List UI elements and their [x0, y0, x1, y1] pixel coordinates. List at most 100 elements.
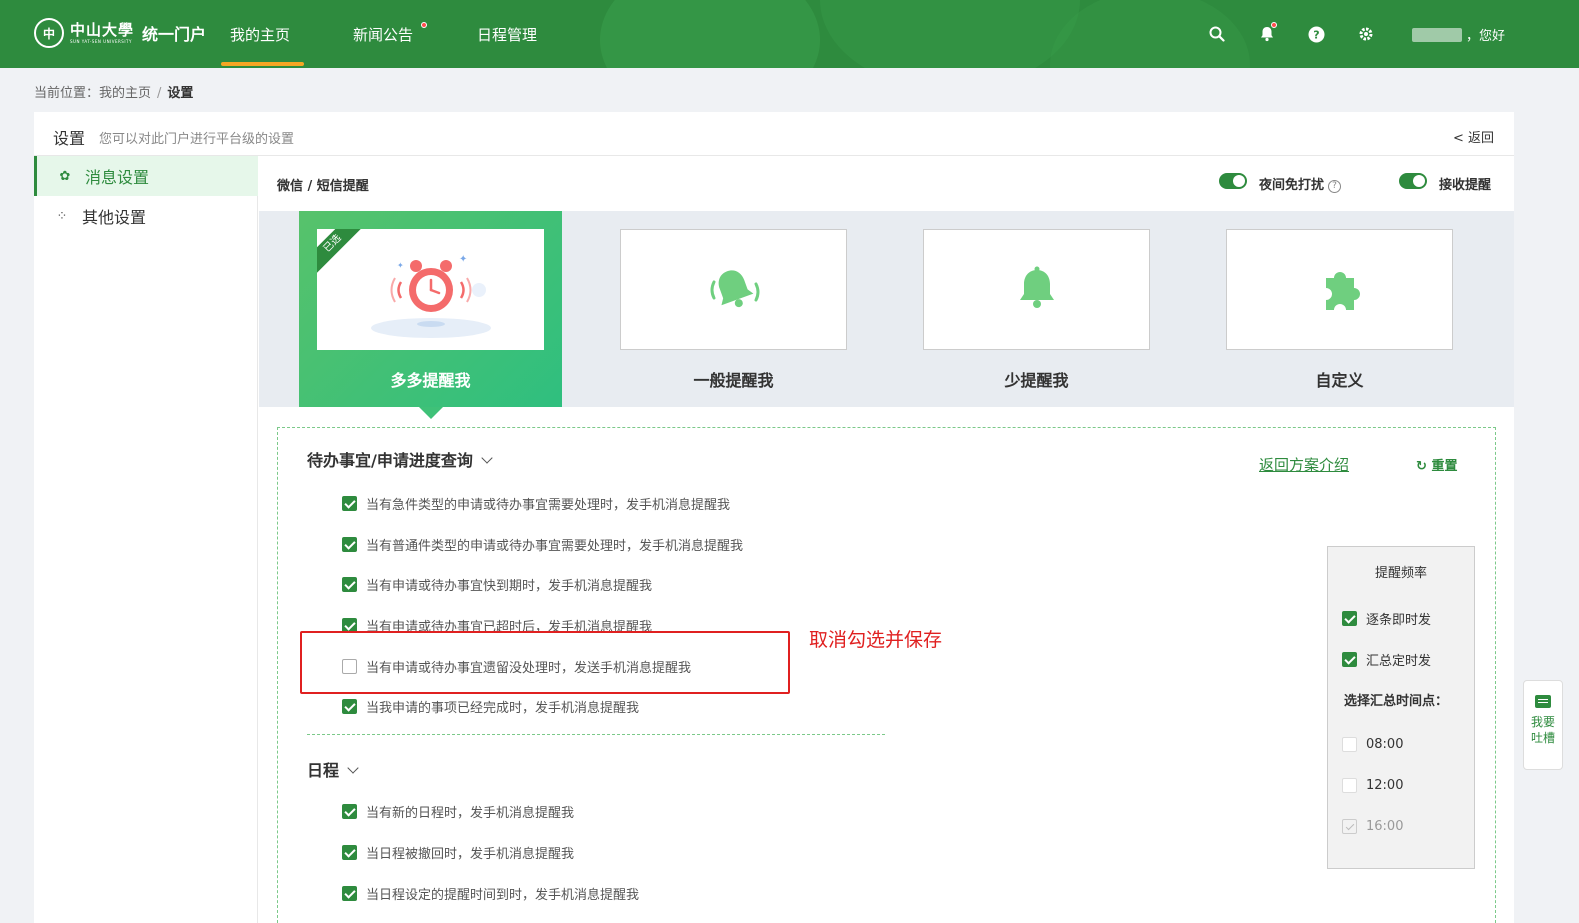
checkbox-checked[interactable]	[342, 804, 357, 819]
panel-header: 设置 您可以对此门户进行平台级的设置 < 返回	[34, 112, 1514, 156]
frequency-title: 提醒频率	[1374, 566, 1427, 581]
plan-label: 少提醒我	[1004, 371, 1069, 390]
checkbox-checked[interactable]	[342, 537, 357, 552]
receive-reminder-toggle[interactable]	[1399, 173, 1427, 189]
plan-few-reminders[interactable]: 少提醒我	[905, 211, 1168, 407]
feedback-button[interactable]: 我要 吐槽	[1523, 680, 1563, 770]
digest-time-label: 选择汇总时间点：	[1344, 694, 1449, 709]
page-subtitle: 您可以对此门户进行平台级的设置	[99, 132, 295, 147]
logo-english: SUN YAT-SEN UNIVERSITY	[70, 38, 132, 44]
section-schedule-title[interactable]: 日程	[307, 757, 359, 781]
todo-option-urgent[interactable]: 当有急件类型的申请或待办事宜需要处理时，发手机消息提醒我	[342, 494, 730, 513]
svg-text:?: ?	[1313, 28, 1319, 41]
plan-label: 自定义	[1315, 371, 1364, 390]
night-mode-label: 夜间免打扰?	[1259, 174, 1342, 193]
chevron-down-icon[interactable]	[481, 452, 493, 464]
option-label: 08:00	[1366, 737, 1404, 752]
user-greeting[interactable]: ，您好	[1412, 25, 1505, 44]
breadcrumb-home[interactable]: 我的主页	[99, 86, 151, 101]
feedback-line2: 吐槽	[1530, 731, 1555, 745]
nav-active-indicator	[221, 62, 304, 66]
checkbox-unchecked[interactable]	[1342, 778, 1357, 793]
checkbox-checked[interactable]	[342, 699, 357, 714]
checkbox-checked[interactable]	[342, 845, 357, 860]
plan-label: 多多提醒我	[390, 371, 471, 390]
logo-chinese: 中山大學	[70, 20, 135, 39]
svg-text:✦: ✦	[397, 261, 404, 270]
back-button[interactable]: < 返回	[1453, 127, 1494, 146]
time-option-1200[interactable]: 12:00	[1342, 778, 1403, 793]
svg-text:✦: ✦	[459, 254, 467, 265]
news-unread-dot	[421, 22, 427, 28]
schedule-option-withdrawn[interactable]: 当日程被撤回时，发手机消息提醒我	[342, 843, 574, 862]
option-label: 逐条即时发	[1366, 613, 1432, 628]
option-label: 当有普通件类型的申请或待办事宜需要处理时，发手机消息提醒我	[366, 539, 744, 554]
question-icon[interactable]: ?	[1328, 180, 1342, 193]
selected-badge: 已选	[317, 229, 364, 275]
search-icon[interactable]	[1207, 24, 1227, 44]
plan-custom[interactable]: 自定义	[1208, 211, 1471, 407]
portal-name: 统一门户	[142, 25, 207, 44]
plan-card	[1226, 229, 1453, 350]
time-option-0800[interactable]: 08:00	[1342, 737, 1403, 752]
feedback-line1: 我要	[1530, 715, 1555, 729]
breadcrumb: 当前位置：我的主页 / 设置	[34, 82, 193, 101]
checkbox-checked[interactable]	[342, 496, 357, 511]
plan-selector: 已选 ✦ ✦ 多多提醒我 一般提醒我 少提醒我 自定义	[259, 211, 1514, 419]
settings-panel: 设置 您可以对此门户进行平台级的设置 < 返回 ✿ 消息设置 ⁘ 其他设置 微信…	[34, 112, 1514, 923]
top-header: 中 中山大學 SUN YAT-SEN UNIVERSITY 统一门户 我的主页 …	[0, 0, 1579, 68]
bell-icon	[1019, 266, 1054, 308]
checkbox-checked[interactable]	[342, 577, 357, 592]
plan-many-reminders[interactable]: 已选 ✦ ✦ 多多提醒我	[299, 211, 562, 419]
freq-option-instant[interactable]: 逐条即时发	[1342, 609, 1431, 628]
nav-schedule[interactable]: 日程管理	[477, 24, 537, 45]
nav-my-home[interactable]: 我的主页	[230, 24, 290, 45]
header-decoration	[600, 0, 820, 68]
nav-news[interactable]: 新闻公告	[353, 24, 413, 45]
sidebar-item-message-settings[interactable]: ✿ 消息设置	[34, 156, 258, 196]
annotation-text: 取消勾选并保存	[809, 629, 943, 651]
section-divider	[307, 734, 885, 735]
plan-normal-reminders[interactable]: 一般提醒我	[602, 211, 865, 407]
freq-option-digest[interactable]: 汇总定时发	[1342, 650, 1431, 669]
option-label: 当我申请的事项已经完成时，发手机消息提醒我	[366, 701, 640, 716]
sidebar-item-other-settings[interactable]: ⁘ 其他设置	[34, 196, 258, 236]
todo-option-completed[interactable]: 当我申请的事项已经完成时，发手机消息提醒我	[342, 697, 639, 716]
section-todo-title[interactable]: 待办事宜/申请进度查询	[307, 447, 493, 471]
checkbox-checked[interactable]	[1342, 652, 1357, 667]
annotation-highlight-box	[300, 631, 790, 694]
alarm-clock-icon: ✦ ✦	[370, 254, 491, 338]
gear-icon: ✿	[59, 168, 71, 184]
content-header: 微信 / 短信提醒 夜间免打扰? 接收提醒	[259, 156, 1514, 211]
plan-label: 一般提醒我	[693, 371, 774, 390]
university-logo[interactable]: 中 中山大學 SUN YAT-SEN UNIVERSITY 统一门户	[34, 18, 206, 48]
back-to-plan-intro-link[interactable]: 返回方案介绍	[1259, 454, 1349, 475]
todo-option-normal[interactable]: 当有普通件类型的申请或待办事宜需要处理时，发手机消息提醒我	[342, 535, 743, 554]
refresh-icon: ↻	[1416, 459, 1427, 474]
schedule-option-reminder-time[interactable]: 当日程设定的提醒时间到时，发手机消息提醒我	[342, 884, 639, 903]
todo-option-near-due[interactable]: 当有申请或待办事宜快到期时，发手机消息提醒我	[342, 575, 652, 594]
gear-icon[interactable]	[1356, 24, 1376, 44]
schedule-option-new[interactable]: 当有新的日程时，发手机消息提醒我	[342, 802, 574, 821]
notification-dot	[1271, 22, 1277, 28]
plan-card	[923, 229, 1150, 350]
option-label: 当有急件类型的申请或待办事宜需要处理时，发手机消息提醒我	[366, 498, 731, 513]
greeting-text: ，您好	[1466, 29, 1506, 44]
sidebar-item-label: 其他设置	[82, 208, 147, 227]
option-label: 当日程设定的提醒时间到时，发手机消息提醒我	[366, 888, 640, 903]
option-label: 当有申请或待办事宜快到期时，发手机消息提醒我	[366, 579, 653, 594]
night-mode-toggle[interactable]	[1219, 173, 1247, 189]
reset-button[interactable]: ↻ 重置	[1416, 455, 1457, 474]
help-icon[interactable]: ?	[1306, 24, 1326, 44]
checkbox-unchecked[interactable]	[1342, 737, 1357, 752]
section-title-text: 日程	[307, 761, 340, 780]
checkbox-checked[interactable]	[1342, 611, 1357, 626]
content-title: 微信 / 短信提醒	[277, 179, 369, 194]
night-mode-text: 夜间免打扰	[1259, 178, 1325, 193]
user-name-redacted	[1412, 27, 1462, 42]
chevron-down-icon[interactable]	[347, 762, 359, 774]
breadcrumb-current: 设置	[167, 86, 194, 101]
receive-reminder-label: 接收提醒	[1439, 178, 1492, 193]
checkbox-checked[interactable]	[342, 886, 357, 901]
seal-icon: 中	[34, 18, 64, 48]
